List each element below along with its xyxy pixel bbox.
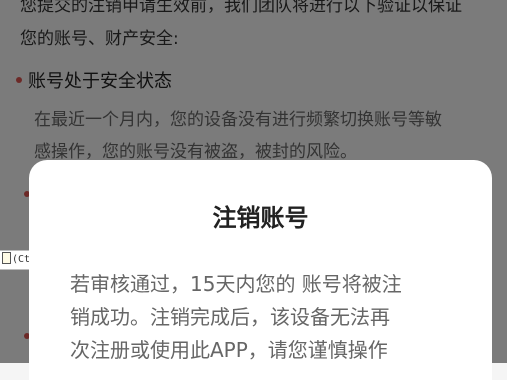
dialog-title: 注销账号 — [212, 204, 309, 232]
dialog-body-line-1: 若审核通过，15天内您的 账号将被注 — [70, 272, 402, 296]
dialog-body-line-3: 次注册或使用此APP，请您谨慎操作 — [70, 338, 388, 362]
cancel-account-dialog: 注销账号 若审核通过，15天内您的 账号将被注 销成功。注销完成后，该设备无法再… — [29, 160, 492, 380]
clipboard-icon — [2, 252, 11, 264]
dialog-body: 若审核通过，15天内您的 账号将被注 销成功。注销完成后，该设备无法再 次注册或… — [70, 268, 460, 367]
dialog-body-line-2: 销成功。注销完成后，该设备无法再 — [70, 305, 390, 329]
